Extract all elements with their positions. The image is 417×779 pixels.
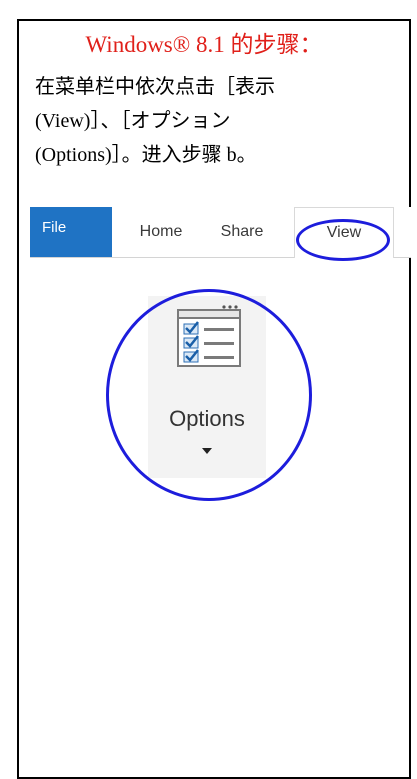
tab-home[interactable]: Home (126, 207, 196, 257)
view-tab-highlight (296, 219, 390, 261)
instruction-line-1: 在菜单栏中依次点击［表示 (35, 76, 275, 98)
instruction-line-3: (Options)］。进入步骤 b。 (35, 144, 257, 166)
instruction-line-2: (View)］、［オプション (35, 110, 231, 132)
tab-share[interactable]: Share (208, 207, 276, 257)
instruction-text: 在菜单栏中依次点击［表示 (View)］、［オプション (Options)］。进… (35, 70, 395, 172)
step-title: Windows® 8.1 的步骤： (85, 32, 323, 57)
options-highlight (106, 289, 312, 501)
tab-file[interactable]: File (30, 207, 112, 257)
